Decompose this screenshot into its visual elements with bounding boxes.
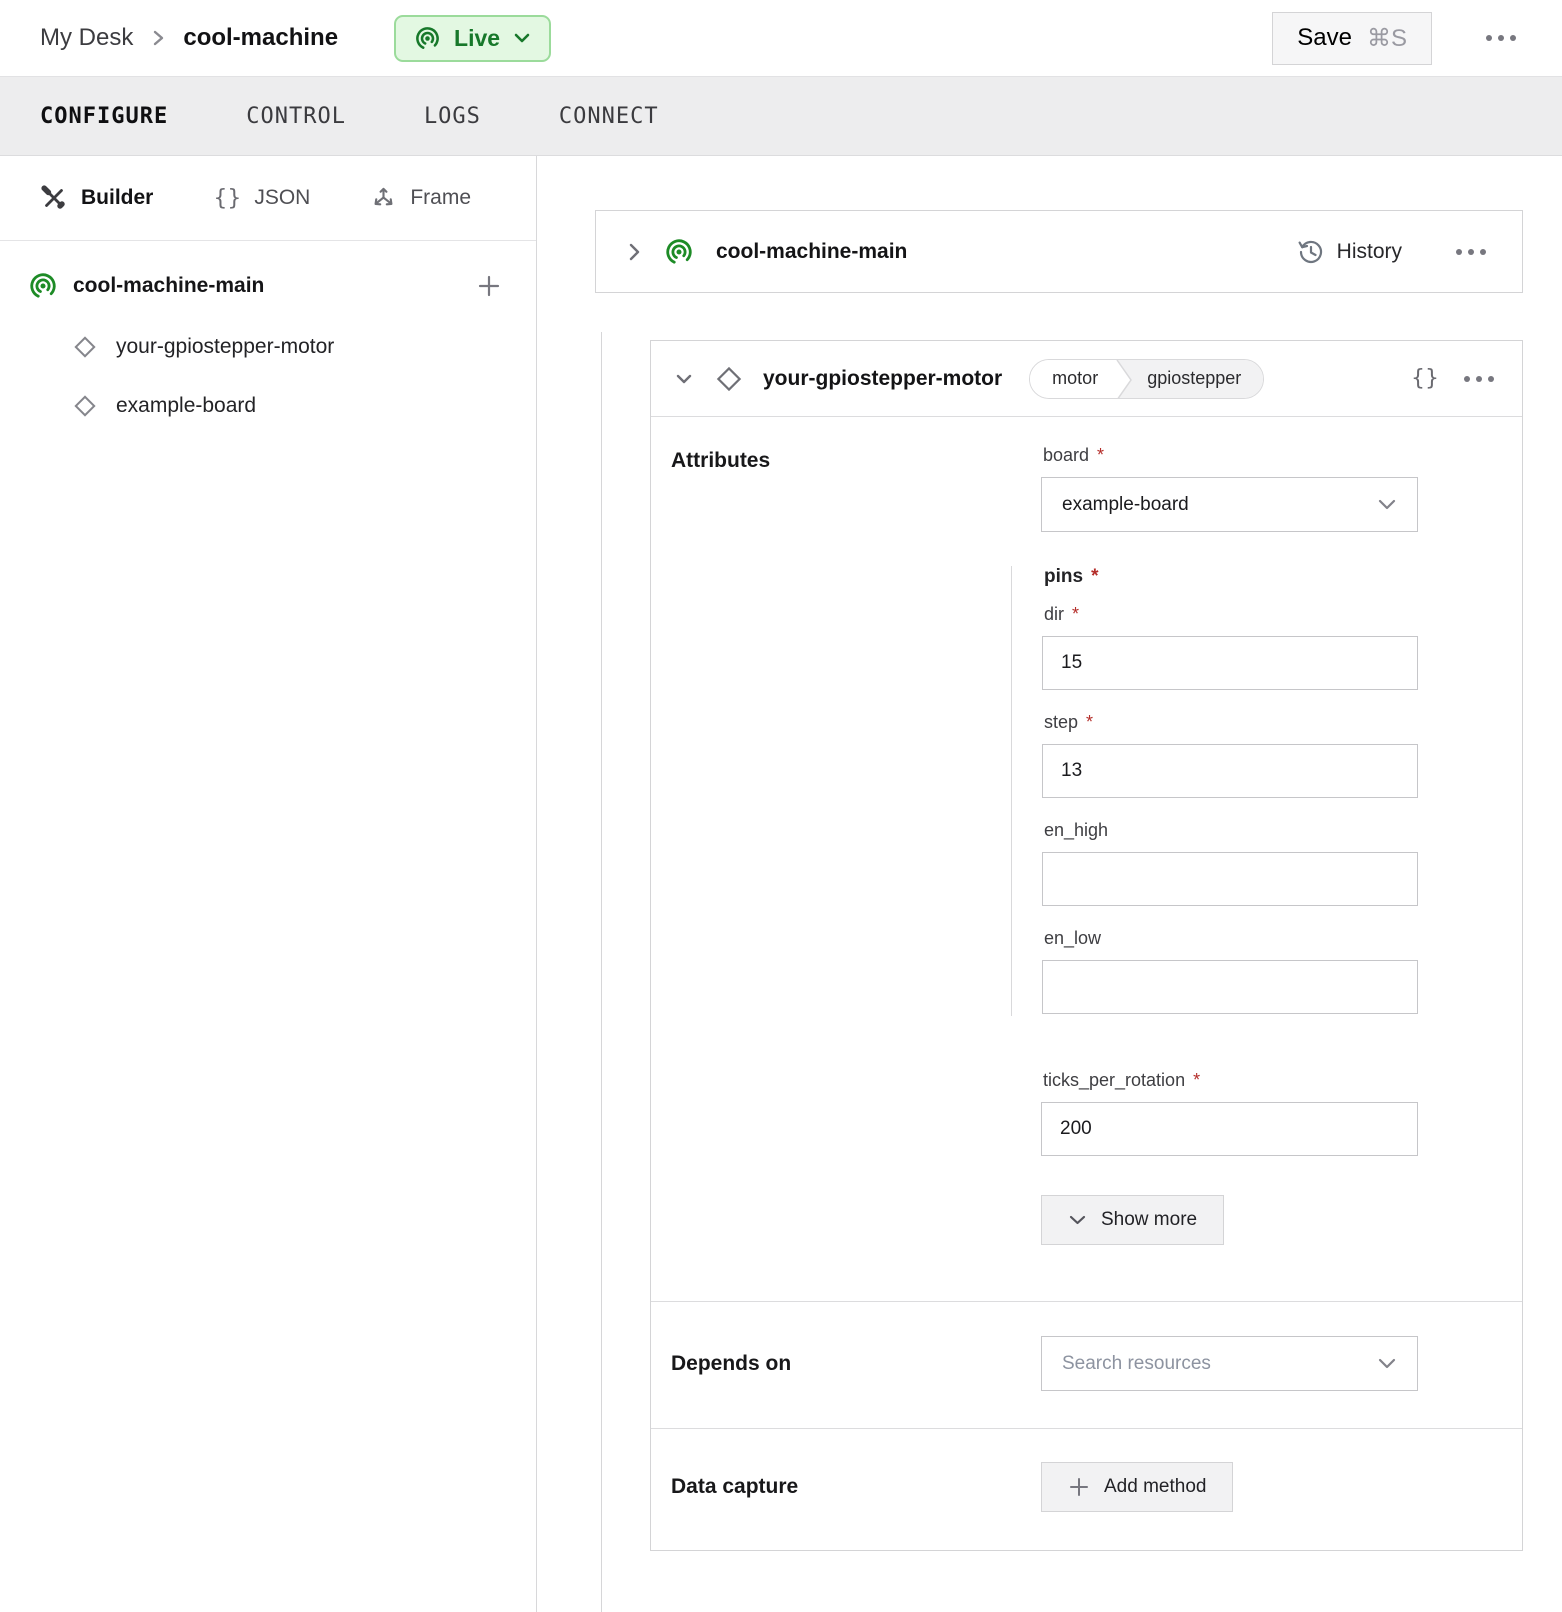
pins-group: pins* dir* step* — [1011, 566, 1418, 1016]
tree-item-label: your-gpiostepper-motor — [116, 335, 334, 359]
tree-item-label: cool-machine-main — [73, 274, 264, 298]
en-high-label: en_high — [1044, 820, 1418, 841]
ticks-per-rotation-label: ticks_per_rotation* — [1043, 1070, 1418, 1091]
config-main-panel: cool-machine-main History — [537, 156, 1562, 1612]
plus-icon — [1068, 1476, 1090, 1498]
add-method-button[interactable]: Add method — [1041, 1462, 1233, 1512]
mode-json[interactable]: {} JSON — [213, 186, 310, 211]
board-select-value: example-board — [1062, 494, 1189, 516]
overflow-menu-icon[interactable] — [1480, 29, 1522, 47]
tab-configure[interactable]: CONFIGURE — [40, 104, 168, 129]
braces-icon: {} — [213, 186, 241, 211]
tree-item-label: example-board — [116, 394, 256, 418]
breadcrumb-parent[interactable]: My Desk — [40, 24, 133, 52]
mode-builder-label: Builder — [81, 186, 153, 210]
board-select[interactable]: example-board — [1041, 477, 1418, 532]
required-asterisk: * — [1086, 712, 1093, 733]
mode-builder[interactable]: Builder — [40, 184, 153, 212]
breadcrumb-current: cool-machine — [183, 24, 338, 52]
step-label: step* — [1044, 712, 1418, 733]
data-capture-section: Data capture Add method — [651, 1428, 1522, 1550]
step-input[interactable] — [1042, 744, 1418, 798]
component-diamond-icon — [72, 393, 98, 419]
ticks-per-rotation-input[interactable] — [1041, 1102, 1418, 1156]
badge-divider-icon — [1116, 360, 1133, 399]
part-menu-icon[interactable] — [1450, 243, 1492, 261]
collapse-chevron-icon[interactable] — [673, 372, 695, 386]
required-asterisk: * — [1091, 566, 1098, 588]
chevron-down-icon — [513, 32, 531, 44]
resource-menu-icon[interactable] — [1458, 370, 1500, 388]
resource-card: your-gpiostepper-motor motor gpiostepper… — [650, 340, 1523, 1551]
part-card: cool-machine-main History — [595, 210, 1523, 293]
chevron-down-icon — [1068, 1214, 1087, 1226]
history-label: History — [1337, 240, 1402, 264]
en-low-input[interactable] — [1042, 960, 1418, 1014]
pins-label: pins* — [1044, 566, 1418, 588]
resource-type-badge: motor — [1030, 360, 1116, 398]
save-button[interactable]: Save ⌘S — [1272, 12, 1432, 65]
show-more-label: Show more — [1101, 1209, 1197, 1231]
en-low-label: en_low — [1044, 928, 1418, 949]
part-card-title: cool-machine-main — [716, 240, 907, 264]
raw-json-icon[interactable]: {} — [1411, 366, 1439, 391]
machine-status-dropdown[interactable]: Live — [394, 15, 551, 62]
attributes-section: Attributes board* example-board — [651, 417, 1522, 1301]
dir-input[interactable] — [1042, 636, 1418, 690]
depends-on-select[interactable]: Search resources — [1041, 1336, 1418, 1391]
machine-tab-bar: CONFIGURE CONTROL LOGS CONNECT — [0, 76, 1562, 156]
board-label: board* — [1043, 445, 1418, 466]
expand-chevron-icon[interactable] — [626, 240, 642, 264]
resource-card-header: your-gpiostepper-motor motor gpiostepper… — [651, 341, 1522, 417]
component-diamond-icon — [72, 334, 98, 360]
resource-tree: cool-machine-main your-gpiostepper-motor… — [0, 241, 536, 419]
attributes-heading: Attributes — [671, 445, 1041, 1245]
tree-item-motor[interactable]: your-gpiostepper-motor — [72, 334, 502, 360]
mode-json-label: JSON — [254, 186, 310, 210]
show-more-button[interactable]: Show more — [1041, 1195, 1224, 1245]
mode-frame[interactable]: Frame — [370, 185, 471, 212]
component-diamond-icon — [714, 364, 744, 394]
en-high-input[interactable] — [1042, 852, 1418, 906]
chevron-down-icon — [1377, 1357, 1397, 1370]
tree-item-main-part[interactable]: cool-machine-main — [28, 271, 502, 301]
viam-logo-icon — [664, 237, 694, 267]
resource-model-badge: gpiostepper — [1133, 360, 1263, 398]
depends-on-placeholder: Search resources — [1062, 1353, 1211, 1375]
tree-rail-line — [601, 332, 602, 1612]
view-mode-switcher: Builder {} JSON Frame — [0, 156, 536, 241]
resource-card-title: your-gpiostepper-motor — [763, 367, 1002, 391]
tools-icon — [40, 184, 68, 212]
viam-logo-icon — [414, 25, 441, 52]
dir-label: dir* — [1044, 604, 1418, 625]
top-bar: My Desk cool-machine Live Save ⌘S — [0, 0, 1562, 76]
config-sidebar: Builder {} JSON Frame — [0, 156, 537, 1612]
save-label: Save — [1297, 24, 1352, 52]
add-resource-icon[interactable] — [476, 273, 502, 299]
chevron-down-icon — [1377, 498, 1397, 511]
data-capture-heading: Data capture — [671, 1475, 1041, 1499]
frame-axes-icon — [370, 185, 397, 212]
add-method-label: Add method — [1104, 1476, 1206, 1498]
depends-on-section: Depends on Search resources — [651, 1301, 1522, 1428]
breadcrumb-separator-icon — [151, 27, 165, 49]
tab-connect[interactable]: CONNECT — [559, 104, 659, 129]
breadcrumb: My Desk cool-machine — [40, 24, 338, 52]
history-clock-icon — [1297, 238, 1325, 266]
mode-frame-label: Frame — [410, 186, 471, 210]
tree-item-board[interactable]: example-board — [72, 393, 502, 419]
viam-logo-icon — [28, 271, 58, 301]
history-button[interactable]: History — [1297, 238, 1402, 266]
required-asterisk: * — [1097, 445, 1104, 466]
required-asterisk: * — [1193, 1070, 1200, 1091]
tab-control[interactable]: CONTROL — [246, 104, 346, 129]
tab-logs[interactable]: LOGS — [424, 104, 481, 129]
save-shortcut: ⌘S — [1367, 24, 1407, 53]
depends-on-heading: Depends on — [671, 1352, 1041, 1376]
status-label: Live — [454, 25, 500, 52]
required-asterisk: * — [1072, 604, 1079, 625]
model-badge: motor gpiostepper — [1029, 359, 1264, 399]
